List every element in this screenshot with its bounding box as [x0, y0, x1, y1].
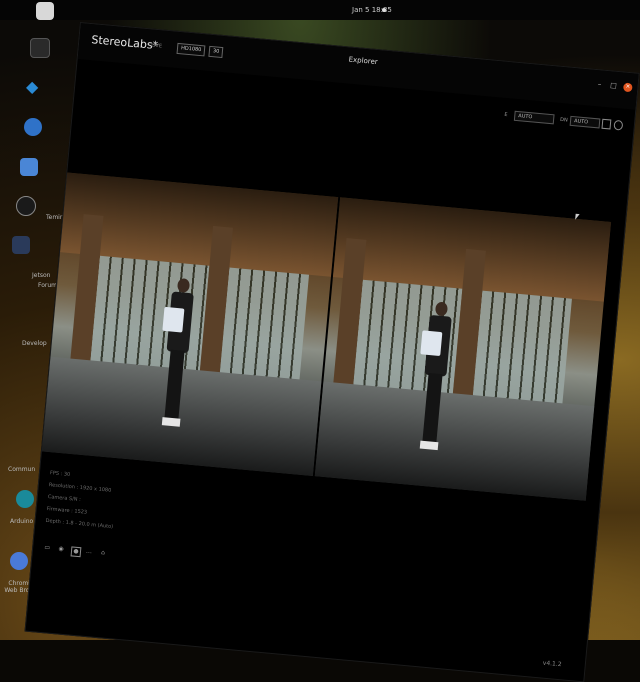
settings-icon[interactable] — [613, 119, 624, 131]
chromium-icon[interactable] — [10, 552, 28, 570]
brand-logo: StereoLabs* — [90, 33, 159, 53]
depth-label: DN — [559, 116, 568, 124]
minimize-icon[interactable]: – — [595, 80, 604, 89]
live-label: LIVE — [150, 42, 163, 50]
left-camera-view — [41, 172, 339, 476]
text-editor-icon[interactable] — [20, 158, 38, 176]
exposure-label: E — [504, 111, 508, 119]
obs-icon[interactable] — [16, 196, 36, 216]
app-icon[interactable] — [12, 236, 30, 254]
mouse-cursor-icon — [575, 213, 580, 221]
stereo-video-view[interactable] — [41, 172, 625, 502]
record-icon[interactable]: ● — [70, 546, 82, 558]
preset-select[interactable]: AUTO — [513, 110, 555, 125]
snapshot-icon[interactable] — [601, 118, 612, 130]
arduino-icon[interactable] — [16, 490, 34, 508]
version-label: v4.1.2 — [542, 659, 562, 669]
fps-select[interactable]: 30 — [208, 45, 224, 59]
terminal-icon[interactable] — [30, 38, 50, 58]
stream-icon[interactable]: ◉ — [57, 545, 66, 554]
dock-label: Jetson — [32, 272, 51, 279]
vscode-icon[interactable]: ◆ — [26, 78, 44, 96]
window-title: Explorer — [348, 55, 379, 67]
dock-label: Forum — [38, 282, 58, 289]
close-button[interactable]: × — [622, 82, 633, 93]
dock-label: Commun — [8, 466, 36, 473]
explorer-window: StereoLabs* LIVE HD1080 30 Explorer – □ … — [24, 22, 640, 682]
chrome-icon[interactable] — [24, 118, 42, 136]
maximize-icon[interactable]: □ — [609, 81, 618, 90]
depth-select[interactable]: AUTO — [569, 115, 601, 129]
camera-icon[interactable]: ⌂ — [99, 549, 108, 558]
dock-label: Develop — [22, 340, 47, 347]
camera-stats: FPS : 30 Resolution : 1920 x 1080 Camera… — [45, 467, 118, 533]
notification-dot — [382, 8, 386, 12]
more-icon[interactable]: … — [85, 548, 94, 557]
folder-icon[interactable]: ▭ — [43, 544, 52, 553]
files-icon[interactable] — [36, 2, 54, 20]
top-bar: Jan 5 18:35 — [0, 0, 640, 20]
resolution-select[interactable]: HD1080 — [176, 42, 206, 57]
right-camera-view — [314, 197, 612, 501]
